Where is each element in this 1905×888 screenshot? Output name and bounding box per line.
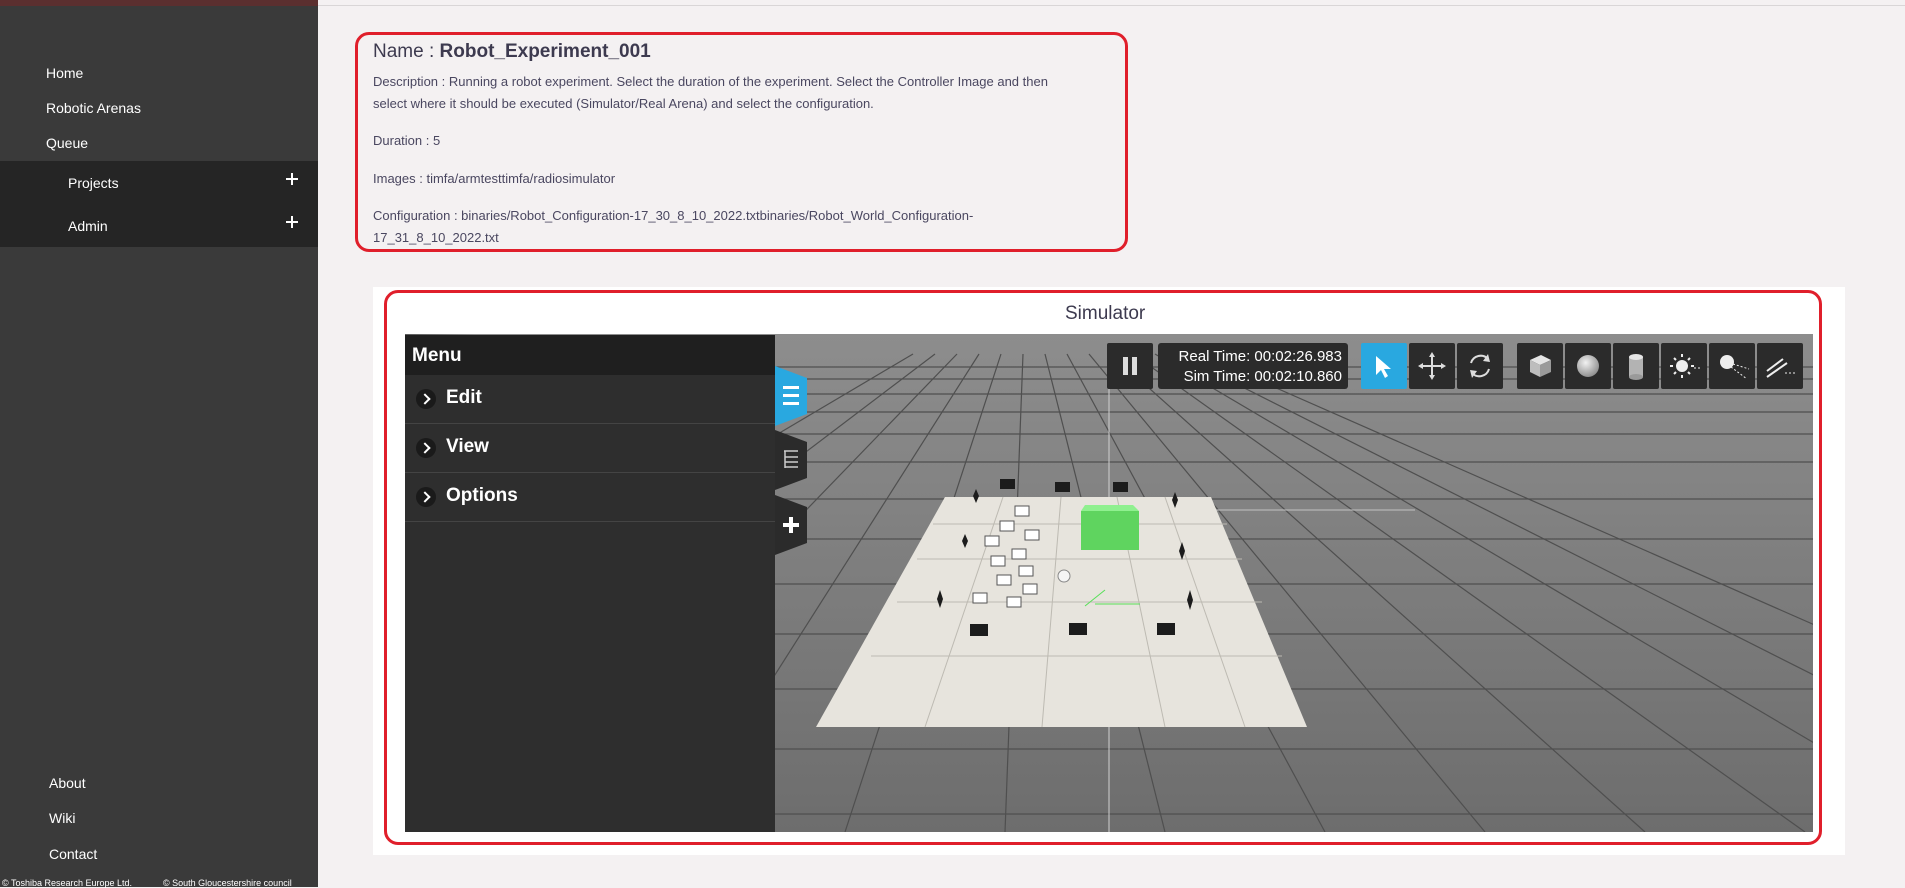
- chevron-right-icon: [416, 389, 436, 409]
- menu-item-edit-label: Edit: [446, 387, 482, 408]
- rotate-mode-button[interactable]: [1457, 343, 1503, 389]
- nav-queue[interactable]: Queue: [46, 135, 88, 151]
- subnav: [0, 161, 318, 247]
- insert-cylinder-button[interactable]: [1613, 343, 1659, 389]
- point-light-icon: [1670, 354, 1701, 378]
- real-time: Real Time: 00:02:26.983: [1178, 348, 1342, 365]
- experiment-configuration-line1: Configuration : binaries/Robot_Configura…: [373, 208, 974, 223]
- menu-tab-hamburger-icon[interactable]: [775, 366, 807, 426]
- select-mode-button[interactable]: [1361, 343, 1407, 389]
- experiment-duration: Duration : 5: [373, 133, 441, 148]
- pause-button[interactable]: [1107, 343, 1153, 389]
- menu-item-options-label: Options: [446, 485, 518, 506]
- rotate-icon: [1470, 354, 1490, 378]
- menu-item-view[interactable]: View: [405, 424, 775, 473]
- insert-directional-light-button[interactable]: [1757, 343, 1803, 389]
- experiment-images: Images : timfa/armtesttimfa/radiosimulat…: [373, 171, 616, 186]
- admin-expand-plus-icon[interactable]: [282, 212, 302, 232]
- menu-item-edit[interactable]: Edit: [405, 375, 775, 424]
- sidebar-top-bar: [0, 0, 318, 6]
- gazebo-menu-title: Menu: [412, 345, 462, 366]
- menu-item-view-label: View: [446, 436, 489, 457]
- insert-sphere-button[interactable]: [1565, 343, 1611, 389]
- simulator-title: Simulator: [1065, 303, 1146, 324]
- translate-mode-button[interactable]: [1409, 343, 1455, 389]
- translate-icon: [1418, 352, 1446, 380]
- experiment-description-line1: Description : Running a robot experiment…: [373, 74, 1048, 89]
- nav-about[interactable]: About: [49, 775, 86, 791]
- time-display: Real Time: 00:02:26.983 Sim Time: 00:02:…: [1158, 343, 1348, 389]
- insert-box-button[interactable]: [1517, 343, 1563, 389]
- insert-tab-plus-icon[interactable]: [775, 495, 807, 555]
- chevron-right-icon: [416, 487, 436, 507]
- insert-spot-light-button[interactable]: [1709, 343, 1755, 389]
- top-divider: [318, 5, 1905, 6]
- sim-time: Sim Time: 00:02:10.860: [1183, 368, 1342, 385]
- sidebar: [0, 0, 318, 887]
- spot-light-icon: [1720, 355, 1750, 380]
- experiment-configuration-line2: 17_31_8_10_2022.txt: [373, 230, 499, 245]
- projects-expand-plus-icon[interactable]: [282, 169, 302, 189]
- cylinder-icon: [1629, 354, 1643, 380]
- nav-projects[interactable]: Projects: [68, 175, 119, 191]
- chevron-right-icon: [416, 438, 436, 458]
- directional-light-icon: [1766, 358, 1797, 378]
- sphere-icon: [1577, 355, 1599, 377]
- nav-admin[interactable]: Admin: [68, 218, 108, 234]
- box-icon: [1530, 355, 1551, 377]
- experiment-name: Name : Robot_Experiment_001: [373, 41, 651, 62]
- nav-robotic-arenas[interactable]: Robotic Arenas: [46, 100, 141, 116]
- gazebo-menu-header: Menu: [405, 335, 775, 375]
- tree-tab-icon[interactable]: [775, 430, 807, 490]
- nav-wiki[interactable]: Wiki: [49, 810, 75, 826]
- nav-home[interactable]: Home: [46, 65, 83, 81]
- select-arrow-icon: [1376, 356, 1391, 378]
- menu-item-options[interactable]: Options: [405, 473, 775, 522]
- experiment-description-line2: select where it should be executed (Simu…: [373, 96, 874, 111]
- insert-point-light-button[interactable]: [1661, 343, 1707, 389]
- nav-contact[interactable]: Contact: [49, 846, 97, 862]
- pause-icon: [1123, 357, 1137, 375]
- gazebo-menu-panel: Menu Edit View Options: [405, 335, 775, 832]
